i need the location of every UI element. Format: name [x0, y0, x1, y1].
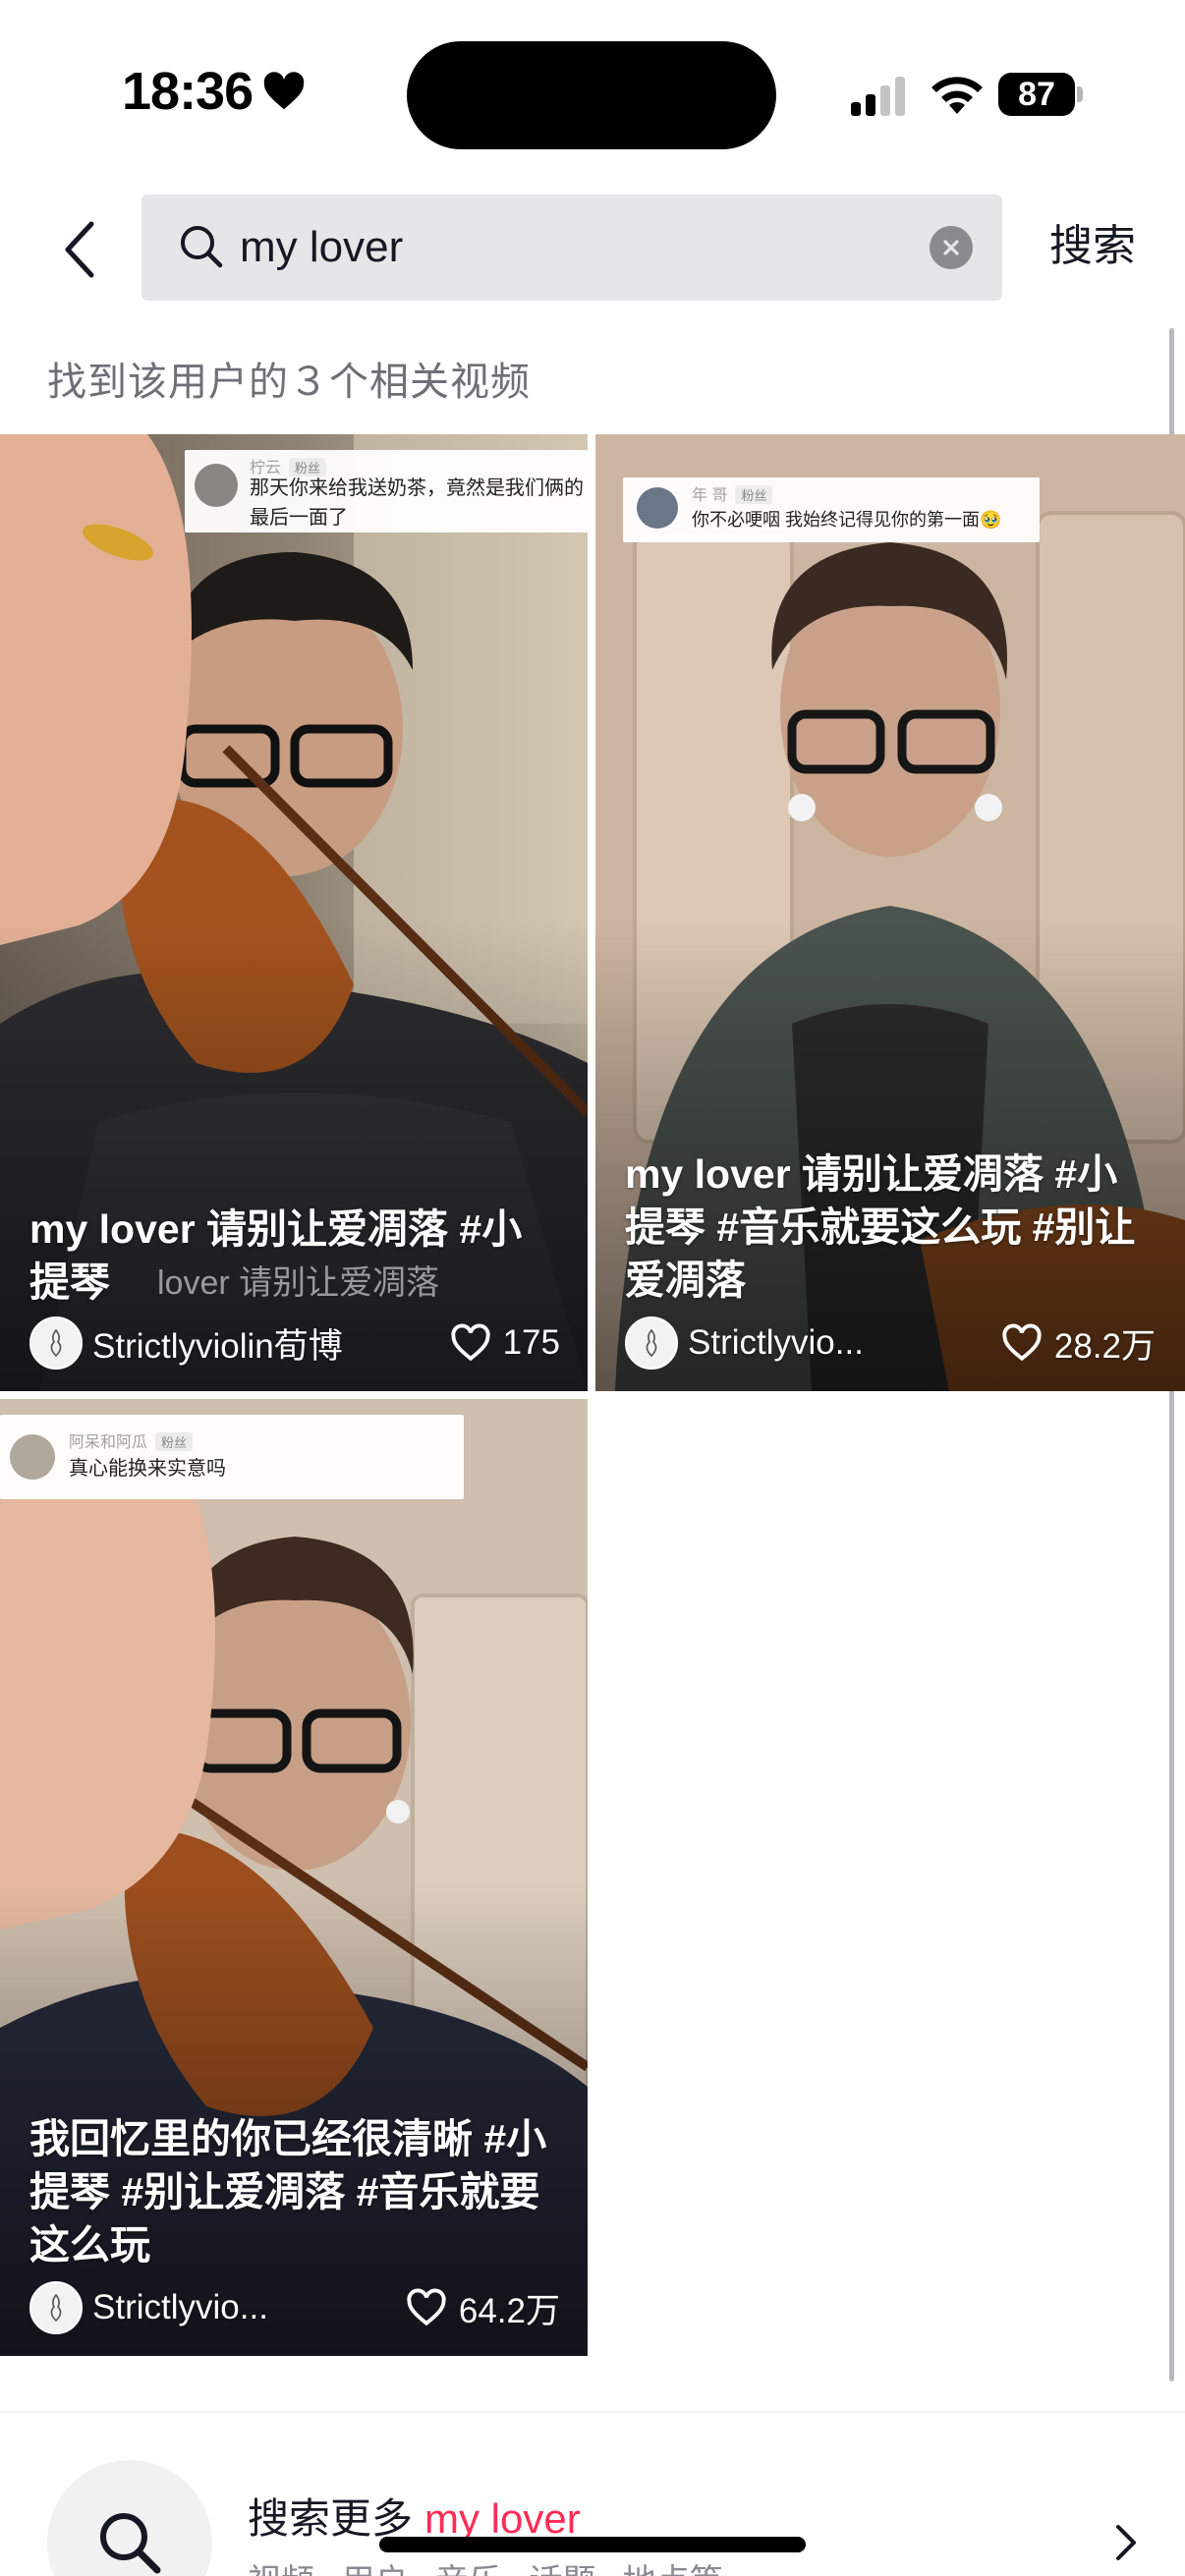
back-button[interactable]	[47, 210, 112, 289]
author-avatar[interactable]	[29, 2281, 83, 2334]
like-stat: 175	[450, 1316, 560, 1370]
cellular-signal-icon	[851, 77, 905, 116]
comment-sticker: 年 哥粉丝 你不必哽咽 我始终记得见你的第一面🥹	[623, 477, 1040, 542]
search-input[interactable]: my lover	[141, 195, 1002, 301]
wifi-icon	[931, 77, 983, 114]
author-name[interactable]: Strictlyviolin荀博	[92, 1318, 343, 1369]
video-meta: Strictlyvio... 64.2万	[29, 2281, 560, 2334]
video-card[interactable]: 年 哥粉丝 你不必哽咽 我始终记得见你的第一面🥹 my lover 请别让爱凋落…	[595, 434, 1185, 1391]
like-stat: 64.2万	[406, 2281, 560, 2334]
video-caption: 我回忆里的你已经很清晰 #小提琴 #别让爱凋落 #音乐就要这么玩	[29, 2116, 547, 2268]
chevron-left-icon	[65, 221, 94, 278]
video-card[interactable]: 阿呆和阿瓜 粉丝 真心能换来实意吗 我回忆里的你已经很清晰 #小提琴 #别让爱凋落…	[0, 1399, 588, 2356]
author-name[interactable]: Strictlyvio...	[688, 1323, 864, 1363]
video-overlay-text: lover 请别让爱凋落	[157, 1264, 440, 1302]
divider	[0, 2411, 1185, 2413]
commenter-name-text: 阿呆和阿瓜	[69, 1434, 148, 1451]
dynamic-island	[407, 41, 776, 149]
heart-icon	[263, 72, 305, 110]
fan-badge: 粉丝	[735, 485, 773, 504]
fan-badge: 粉丝	[155, 1432, 194, 1451]
comment-sticker: 阿呆和阿瓜 粉丝 真心能换来实意吗	[0, 1415, 464, 1499]
heart-outline-icon	[407, 2288, 446, 2326]
result-summary: 找到该用户的３个相关视频	[47, 361, 531, 404]
commenter-avatar	[195, 464, 238, 507]
search-query-text[interactable]: my lover	[240, 195, 403, 301]
search-icon	[181, 226, 223, 268]
like-count: 175	[502, 1323, 560, 1362]
battery-cap	[1077, 86, 1083, 102]
video-card[interactable]: 柠云 粉丝 那天你来给我送奶茶，竟然是我们俩的最后一面了 my lover 请别让…	[0, 434, 588, 1391]
like-count: 64.2万	[458, 2291, 560, 2330]
status-bar: 18:36 87	[0, 0, 1185, 187]
heart-outline-icon	[450, 1323, 490, 1362]
close-icon	[943, 240, 959, 255]
search-more-prefix: 搜索更多	[248, 2495, 414, 2542]
video-meta: Strictlyviolin荀博 175	[29, 1316, 560, 1370]
violin-logo-icon	[646, 1328, 657, 1358]
author-name[interactable]: Strictlyvio...	[92, 2288, 268, 2327]
search-more-categories: 视频 用户 音乐 话题 地点等	[248, 2554, 723, 2576]
comment-sticker: 柠云 粉丝 那天你来给我送奶茶，竟然是我们俩的最后一面了	[185, 450, 588, 532]
comment-text: 那天你来给我送奶茶，竟然是我们俩的最后一面了	[250, 477, 584, 529]
violin-logo-icon	[50, 1328, 62, 1358]
author-avatar[interactable]	[625, 1316, 678, 1370]
violin-logo-icon	[50, 2293, 62, 2323]
status-time-text: 18:36	[122, 62, 254, 121]
battery-level: 87	[998, 73, 1075, 116]
author-avatar[interactable]	[29, 1316, 83, 1370]
chevron-right-icon[interactable]	[1110, 2521, 1140, 2564]
search-more-button[interactable]	[47, 2460, 212, 2576]
commenter-avatar	[10, 1434, 55, 1480]
heart-outline-icon	[1002, 1323, 1042, 1362]
search-icon	[100, 2513, 161, 2574]
clear-search-button[interactable]	[930, 226, 973, 269]
search-submit-button[interactable]: 搜索	[1049, 214, 1136, 279]
video-meta: Strictlyvio... 28.2万	[625, 1316, 1156, 1370]
like-count: 28.2万	[1053, 1326, 1156, 1366]
comment-text: 真心能换来实意吗	[69, 1458, 226, 1480]
comment-text: 你不必哽咽 我始终记得见你的第一面🥹	[692, 510, 1002, 530]
commenter-name-text: 年 哥	[692, 487, 728, 504]
battery-icon: 87	[998, 73, 1083, 116]
video-caption: my lover 请别让爱凋落 #小提琴 #音乐就要这么玩 #别让爱凋落	[625, 1151, 1136, 1303]
search-more-keyword: my lover	[424, 2495, 581, 2542]
like-stat: 28.2万	[1001, 1316, 1156, 1370]
home-indicator[interactable]	[379, 2537, 806, 2552]
status-time: 18:36	[122, 61, 306, 122]
commenter-name: 年 哥粉丝	[692, 481, 773, 505]
commenter-avatar	[637, 487, 678, 529]
commenter-name: 阿呆和阿瓜 粉丝	[69, 1428, 194, 1452]
